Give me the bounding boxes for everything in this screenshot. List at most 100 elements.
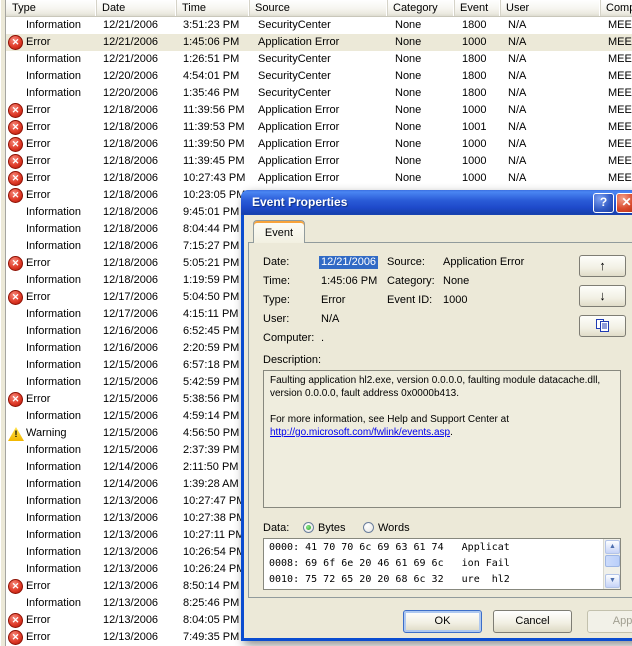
- description-more-info: For more information, see Help and Suppo…: [270, 414, 510, 425]
- cell-type: Error: [26, 580, 51, 592]
- cell-time: 2:20:59 PM: [183, 342, 240, 354]
- event-row[interactable]: Error 12/18/2006 11:39:53 PM Application Er…: [6, 119, 632, 136]
- cell-type: Information: [26, 87, 82, 99]
- cell-type: Information: [26, 206, 82, 218]
- cell-time: 10:27:11 PM: [183, 529, 245, 541]
- cell-time: 8:04:44 PM: [183, 223, 240, 235]
- information-icon: [8, 69, 23, 84]
- scroll-up-icon[interactable]: ▲: [605, 540, 620, 554]
- information-icon: [8, 375, 23, 390]
- cell-date: 12/15/2006: [103, 427, 159, 439]
- event-row[interactable]: Information 12/20/2006 1:35:46 PM SecurityC…: [6, 85, 632, 102]
- scroll-down-icon[interactable]: ▼: [605, 574, 620, 588]
- cell-date: 12/15/2006: [103, 359, 159, 371]
- dialog-title: Event Properties: [252, 195, 348, 209]
- cell-time: 11:39:45 PM: [183, 155, 245, 167]
- column-header-category[interactable]: Category: [388, 0, 455, 16]
- column-header-comp[interactable]: Comp: [601, 0, 632, 16]
- cell-user: N/A: [508, 138, 527, 150]
- cell-time: 11:39:56 PM: [183, 104, 245, 116]
- cell-event: 1000: [462, 138, 487, 150]
- cell-event: 1000: [462, 172, 487, 184]
- cell-category: None: [395, 36, 422, 48]
- cancel-button[interactable]: Cancel: [493, 610, 572, 633]
- cell-date: 12/18/2006: [103, 138, 159, 150]
- cell-date: 12/21/2006: [103, 19, 159, 31]
- column-header-user[interactable]: User: [501, 0, 601, 16]
- bytes-radio-label[interactable]: Bytes: [318, 522, 346, 534]
- column-header-date[interactable]: Date: [97, 0, 177, 16]
- event-row[interactable]: Error 12/18/2006 10:27:43 PM Application Er…: [6, 170, 632, 187]
- data-hex-box[interactable]: 0000: 41 70 70 6c 69 63 61 74 Applicat 00…: [263, 538, 621, 590]
- cell-computer: MEEK: [608, 104, 632, 116]
- cell-time: 10:26:24 PM: [183, 563, 246, 575]
- cell-user: N/A: [508, 155, 527, 167]
- cell-time: 5:04:50 PM: [183, 291, 240, 303]
- error-icon: [8, 120, 23, 135]
- ok-button[interactable]: OK: [403, 610, 482, 633]
- cell-source: SecurityCenter: [258, 19, 331, 31]
- cell-computer: MEEK: [608, 172, 632, 184]
- next-event-button[interactable]: ↓: [579, 285, 626, 307]
- event-row[interactable]: Error 12/21/2006 1:45:06 PM Application Err…: [6, 34, 632, 51]
- cell-type: Information: [26, 53, 82, 65]
- cell-date: 12/18/2006: [103, 155, 159, 167]
- column-header-type[interactable]: Type: [7, 0, 97, 16]
- help-icon[interactable]: ?: [593, 193, 614, 213]
- dialog-titlebar[interactable]: Event Properties ? ✕: [241, 190, 632, 215]
- cell-date: 12/15/2006: [103, 393, 159, 405]
- cell-type: Information: [26, 359, 82, 371]
- events-help-link[interactable]: http://go.microsoft.com/fwlink/events.as…: [270, 427, 450, 438]
- tab-event[interactable]: Event: [253, 220, 305, 243]
- event-row[interactable]: Information 12/21/2006 3:51:23 PM SecurityC…: [6, 17, 632, 34]
- cell-date: 12/13/2006: [103, 546, 159, 558]
- hex-dump: 0000: 41 70 70 6c 69 63 61 74 Applicat 00…: [269, 542, 510, 585]
- data-scrollbar[interactable]: ▲ ▼: [603, 539, 620, 589]
- information-icon: [8, 273, 23, 288]
- information-icon: [8, 409, 23, 424]
- cell-type: Information: [26, 325, 82, 337]
- cell-type: Information: [26, 274, 82, 286]
- event-id-value: 1000: [443, 294, 468, 306]
- column-header-time[interactable]: Time: [177, 0, 250, 16]
- cell-computer: MEEK: [608, 121, 632, 133]
- error-icon: [8, 613, 23, 628]
- description-box[interactable]: Faulting application hl2.exe, version 0.…: [263, 370, 621, 508]
- cell-date: 12/21/2006: [103, 53, 159, 65]
- event-row[interactable]: Error 12/18/2006 11:39:56 PM Application Er…: [6, 102, 632, 119]
- copy-button[interactable]: [579, 315, 626, 337]
- error-icon: [8, 154, 23, 169]
- bytes-radio[interactable]: [303, 522, 314, 533]
- event-row[interactable]: Error 12/18/2006 11:39:45 PM Application Er…: [6, 153, 632, 170]
- event-row[interactable]: Information 12/21/2006 1:26:51 PM SecurityC…: [6, 51, 632, 68]
- cell-type: Error: [26, 257, 51, 269]
- cell-date: 12/13/2006: [103, 580, 159, 592]
- scroll-thumb[interactable]: [605, 555, 620, 567]
- warning-icon: [8, 427, 24, 441]
- cell-type: Information: [26, 240, 82, 252]
- cell-type: Error: [26, 631, 51, 643]
- type-value: Error: [321, 294, 346, 306]
- source-label: Source:: [387, 256, 425, 268]
- column-header-source[interactable]: Source: [250, 0, 388, 16]
- information-icon: [8, 562, 23, 577]
- cell-source: Application Error: [258, 121, 340, 133]
- apply-button[interactable]: Apply: [587, 610, 632, 633]
- cell-source: Application Error: [258, 172, 340, 184]
- error-icon: [8, 137, 23, 152]
- words-radio-label[interactable]: Words: [378, 522, 410, 534]
- cell-date: 12/17/2006: [103, 308, 159, 320]
- event-row[interactable]: Information 12/20/2006 4:54:01 PM SecurityC…: [6, 68, 632, 85]
- cell-category: None: [395, 19, 422, 31]
- column-header-event[interactable]: Event: [455, 0, 501, 16]
- cell-date: 12/17/2006: [103, 291, 159, 303]
- previous-event-button[interactable]: ↑: [579, 255, 626, 277]
- cell-date: 12/13/2006: [103, 529, 159, 541]
- cell-user: N/A: [508, 172, 527, 184]
- information-icon: [8, 494, 23, 509]
- close-icon[interactable]: ✕: [616, 193, 632, 213]
- cell-time: 4:15:11 PM: [183, 308, 239, 320]
- cell-user: N/A: [508, 104, 527, 116]
- event-row[interactable]: Error 12/18/2006 11:39:50 PM Application Er…: [6, 136, 632, 153]
- words-radio[interactable]: [363, 522, 374, 533]
